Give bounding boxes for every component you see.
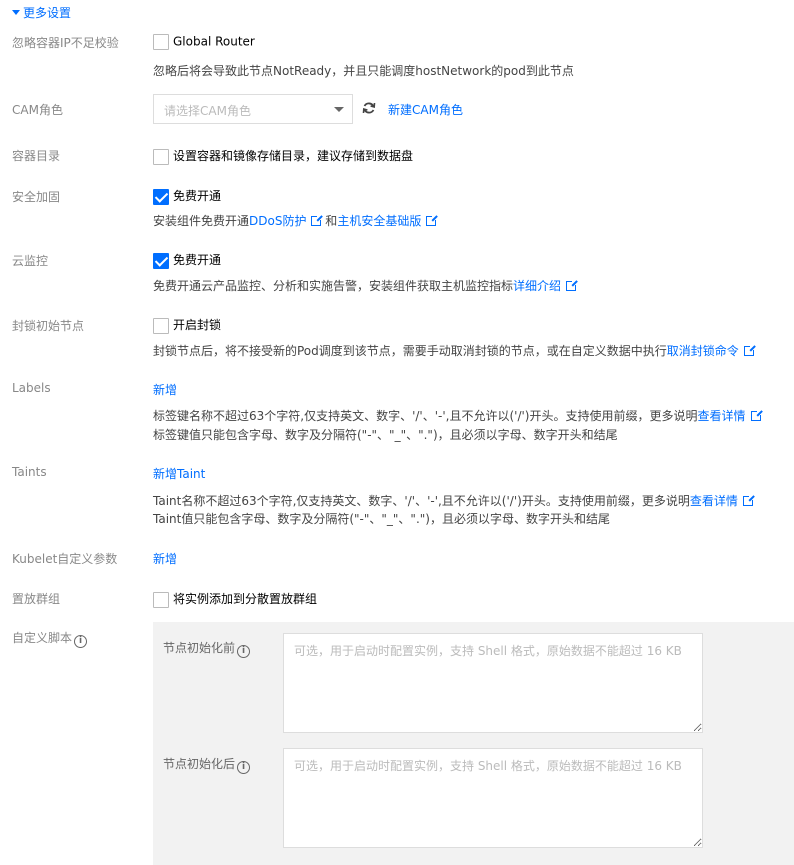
security-help-and: 和 [325, 214, 338, 228]
monitor-help: 免费开通云产品监控、分析和实施告警，安装组件获取主机监控指标详细介绍 [153, 277, 579, 294]
pre-init-label-text: 节点初始化前 [163, 641, 236, 655]
cordon-help-text: 封锁节点后，将不接受新的Pod调度到该节点，需要手动取消封锁的节点，或在自定义数… [153, 344, 667, 358]
monitor-checkbox[interactable] [153, 252, 169, 269]
external-link-icon [311, 214, 324, 226]
pre-init-label: 节点初始化前 i [163, 639, 251, 658]
post-init-label: 节点初始化后 i [163, 755, 251, 774]
security-help: 安装组件免费开通DDoS防护 和主机安全基础版 [153, 212, 439, 229]
taints-label: Taints [12, 465, 47, 479]
info-icon[interactable]: i [237, 761, 251, 774]
security-help-text: 安装组件免费开通 [153, 214, 250, 228]
uncordon-command-link[interactable]: 取消封锁命令 [667, 344, 739, 358]
cordon-checkbox[interactable] [153, 317, 169, 334]
container-dir-option[interactable]: 设置容器和镜像存储目录，建议存储到数据盘 [153, 147, 413, 165]
create-cam-role-link[interactable]: 新建CAM角色 [388, 101, 463, 118]
monitor-help-text: 免费开通云产品监控、分析和实施告警，安装组件获取主机监控指标 [153, 279, 514, 293]
monitor-details-link[interactable]: 详细介绍 [513, 279, 561, 293]
global-router-label: Global Router [173, 34, 255, 49]
section-title: 更多设置 [23, 6, 72, 20]
caret-down-icon [12, 10, 20, 15]
container-dir-checkbox[interactable] [153, 148, 169, 165]
placement-group-option[interactable]: 将实例添加到分散置放群组 [153, 590, 317, 608]
global-router-option[interactable]: Global Router [153, 34, 255, 50]
add-kubelet-param-link[interactable]: 新增 [153, 550, 177, 567]
labels-label: Labels [12, 381, 51, 395]
cordon-checkbox-label: 开启封锁 [173, 318, 222, 332]
cam-role-label: CAM角色 [12, 103, 63, 117]
custom-script-label: 自定义脚本 i [12, 629, 88, 648]
ip-check-label: 忽略容器IP不足校验 [12, 36, 119, 50]
taints-details-link[interactable]: 查看详情 [690, 494, 738, 508]
cordon-help: 封锁节点后，将不接受新的Pod调度到该节点，需要手动取消封锁的节点，或在自定义数… [153, 342, 756, 359]
labels-details-link[interactable]: 查看详情 [697, 409, 745, 423]
more-settings-toggle[interactable]: 更多设置 [12, 4, 71, 21]
external-link-icon [750, 409, 763, 421]
labels-help-text: 标签键名称不超过63个字符,仅支持英文、数字、'/'、'-',且不允许以('/'… [153, 409, 698, 423]
kubelet-label: Kubelet自定义参数 [12, 552, 118, 566]
external-link-icon [742, 494, 755, 506]
security-checkbox-label: 免费开通 [173, 189, 222, 203]
post-init-script-input[interactable] [283, 748, 703, 848]
info-icon[interactable]: i [74, 635, 88, 648]
host-security-link[interactable]: 主机安全基础版 [337, 214, 421, 228]
taints-help-2: Taint值只能包含字母、数字及分隔符("-"、"_"、".")，且必须以字母、… [153, 512, 610, 526]
info-icon[interactable]: i [237, 645, 251, 658]
security-checkbox[interactable] [153, 188, 169, 205]
external-link-icon [743, 344, 756, 356]
monitor-checkbox-label: 免费开通 [173, 253, 222, 267]
external-link-icon [566, 279, 579, 291]
security-option[interactable]: 免费开通 [153, 187, 221, 205]
custom-script-panel: 节点初始化前i 节点初始化后i [153, 622, 794, 865]
add-label-link[interactable]: 新增 [153, 381, 177, 398]
placement-group-checkbox[interactable] [153, 591, 169, 608]
security-label: 安全加固 [12, 190, 61, 204]
refresh-icon[interactable] [362, 101, 376, 115]
custom-script-label-text: 自定义脚本 [12, 631, 73, 645]
global-router-checkbox[interactable] [153, 34, 169, 50]
pre-init-script-input[interactable] [283, 633, 703, 733]
ip-check-help: 忽略后将会导致此节点NotReady，并且只能调度hostNetwork的pod… [153, 64, 574, 78]
cam-role-select[interactable]: 请选择CAM角色 [153, 94, 353, 124]
placement-group-checkbox-label: 将实例添加到分散置放群组 [173, 592, 318, 606]
placement-group-label: 置放群组 [12, 592, 61, 606]
chevron-down-icon [334, 107, 344, 112]
cam-role-placeholder: 请选择CAM角色 [164, 104, 251, 118]
ddos-link[interactable]: DDoS防护 [249, 214, 306, 228]
cordon-label: 封锁初始节点 [12, 319, 85, 333]
labels-help-2: 标签键值只能包含字母、数字及分隔符("-"、"_"、".")，且必须以字母、数字… [153, 428, 618, 442]
taints-help-1: Taint名称不超过63个字符,仅支持英文、数字、'/'、'-',且不允许以('… [153, 492, 755, 509]
monitor-option[interactable]: 免费开通 [153, 251, 221, 269]
external-link-icon [426, 214, 439, 226]
labels-help-1: 标签键名称不超过63个字符,仅支持英文、数字、'/'、'-',且不允许以('/'… [153, 407, 763, 424]
container-dir-checkbox-label: 设置容器和镜像存储目录，建议存储到数据盘 [173, 149, 414, 163]
cordon-option[interactable]: 开启封锁 [153, 316, 221, 334]
taints-help-text: Taint名称不超过63个字符,仅支持英文、数字、'/'、'-',且不允许以('… [153, 494, 690, 508]
post-init-label-text: 节点初始化后 [163, 757, 236, 771]
monitor-label: 云监控 [12, 254, 49, 268]
add-taint-link[interactable]: 新增Taint [153, 465, 205, 482]
container-dir-label: 容器目录 [12, 149, 61, 163]
